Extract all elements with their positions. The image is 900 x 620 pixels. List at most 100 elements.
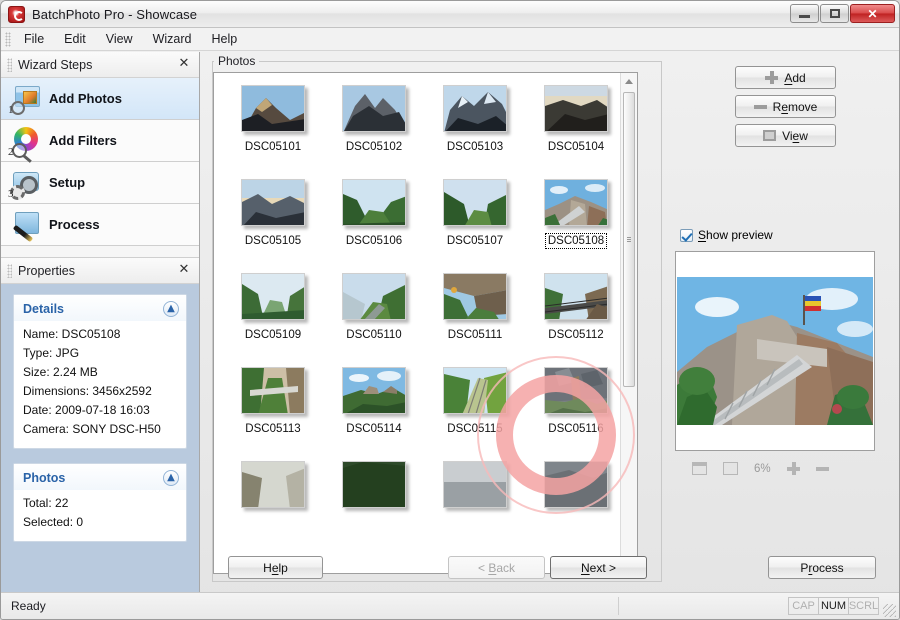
- close-icon[interactable]: ✕: [850, 4, 895, 23]
- photo-item[interactable]: DSC05113: [220, 359, 326, 451]
- zoom-in-icon[interactable]: [786, 462, 800, 475]
- photo-item[interactable]: DSC05102: [321, 77, 427, 169]
- sidebar-item-setup[interactable]: 3 Setup: [1, 162, 199, 204]
- drag-handle-icon[interactable]: [7, 263, 12, 278]
- scrollbar-thumb[interactable]: [623, 92, 635, 387]
- photo-thumbnail[interactable]: [523, 265, 629, 327]
- photo-thumbnail[interactable]: [422, 171, 528, 233]
- chevron-up-icon[interactable]: ▲: [163, 470, 179, 486]
- group-title: Details: [23, 302, 64, 316]
- details-group-header[interactable]: Details ▲: [14, 295, 186, 321]
- actual-size-icon[interactable]: [723, 462, 738, 475]
- close-icon[interactable]: ✕: [177, 263, 191, 277]
- sidebar-item-process[interactable]: Process: [1, 204, 199, 246]
- checkbox-checked-icon[interactable]: [680, 228, 693, 242]
- photo-thumbnail[interactable]: [321, 171, 427, 233]
- next-button[interactable]: Next >: [550, 556, 647, 579]
- menu-help[interactable]: Help: [201, 29, 247, 49]
- photo-item[interactable]: DSC05105: [220, 171, 326, 263]
- photo-item[interactable]: DSC05114: [321, 359, 427, 451]
- photo-thumbnail[interactable]: [220, 453, 326, 515]
- photo-thumbnail[interactable]: [523, 359, 629, 421]
- properties-title: Properties: [18, 263, 75, 278]
- photo-item[interactable]: [220, 453, 326, 545]
- photo-item[interactable]: DSC05104: [523, 77, 629, 169]
- photo-thumbnail[interactable]: [220, 265, 326, 327]
- remove-button[interactable]: Remove: [735, 95, 836, 118]
- close-icon[interactable]: ✕: [177, 57, 191, 71]
- maximize-icon[interactable]: [820, 4, 849, 23]
- photos-selected: Selected: 0: [23, 515, 84, 529]
- photo-item[interactable]: [422, 453, 528, 545]
- detail-date: Date: 2009-07-18 16:03: [23, 403, 150, 417]
- left-sidebar: Wizard Steps ✕ 1 Add Photos 2 Add Filter…: [1, 52, 200, 592]
- drag-handle-icon[interactable]: [7, 57, 12, 72]
- photo-item[interactable]: [523, 453, 629, 545]
- menu-file[interactable]: File: [14, 29, 54, 49]
- photo-caption: DSC05103: [446, 141, 504, 153]
- scroll-up-arrow[interactable]: [621, 73, 637, 90]
- show-preview-label: Show preview: [698, 228, 773, 242]
- photo-item[interactable]: [321, 453, 427, 545]
- main-body: Wizard Steps ✕ 1 Add Photos 2 Add Filter…: [1, 52, 899, 592]
- photo-item[interactable]: DSC05110: [321, 265, 427, 357]
- photo-thumbnail[interactable]: [523, 453, 629, 515]
- zoom-out-icon[interactable]: [815, 462, 829, 475]
- photo-item[interactable]: DSC05116: [523, 359, 629, 451]
- view-button[interactable]: View: [735, 124, 836, 147]
- chevron-up-icon[interactable]: ▲: [163, 301, 179, 317]
- sidebar-item-label: Process: [49, 217, 100, 232]
- photo-thumbnail[interactable]: [220, 77, 326, 139]
- photos-group: Photos ▲ Total: 22 Selected: 0: [13, 463, 187, 542]
- photo-grid: DSC05101 DSC05102 DSC05103 DSC05104 DSC05105…: [214, 73, 620, 573]
- photo-thumbnail[interactable]: [422, 77, 528, 139]
- details-group-body: Name: DSC05108 Type: JPG Size: 2.24 MB D…: [14, 321, 186, 448]
- remove-button-label: Remove: [772, 99, 818, 114]
- photo-thumbnail[interactable]: [321, 265, 427, 327]
- sidebar-item-add-photos[interactable]: 1 Add Photos: [1, 78, 199, 120]
- photo-thumbnail[interactable]: [523, 171, 629, 233]
- photo-item[interactable]: DSC05103: [422, 77, 528, 169]
- photo-caption: DSC05111: [447, 329, 503, 341]
- photo-thumbnail[interactable]: [321, 359, 427, 421]
- photo-item[interactable]: DSC05112: [523, 265, 629, 357]
- photo-thumbnail[interactable]: [321, 77, 427, 139]
- photo-item[interactable]: DSC05111: [422, 265, 528, 357]
- photos-group-header[interactable]: Photos ▲: [14, 464, 186, 490]
- photo-item[interactable]: DSC05109: [220, 265, 326, 357]
- menu-edit[interactable]: Edit: [54, 29, 96, 49]
- view-icon: [763, 130, 777, 141]
- photo-grid-panel[interactable]: DSC05101 DSC05102 DSC05103 DSC05104 DSC05105…: [213, 72, 638, 574]
- photo-thumbnail[interactable]: [422, 265, 528, 327]
- back-button[interactable]: < Back: [448, 556, 545, 579]
- add-photos-icon: 1: [8, 84, 41, 116]
- fit-to-window-icon[interactable]: [692, 462, 707, 475]
- photo-thumbnail[interactable]: [220, 359, 326, 421]
- photo-thumbnail[interactable]: [220, 171, 326, 233]
- sidebar-item-add-filters[interactable]: 2 Add Filters: [1, 120, 199, 162]
- menu-wizard[interactable]: Wizard: [143, 29, 202, 49]
- photo-thumbnail[interactable]: [321, 453, 427, 515]
- next-button-label: Next >: [580, 560, 617, 575]
- add-button[interactable]: Add: [735, 66, 836, 89]
- group-title: Photos: [23, 471, 66, 485]
- resize-grip-icon[interactable]: [883, 604, 896, 617]
- menu-view[interactable]: View: [96, 29, 143, 49]
- photo-thumbnail[interactable]: [422, 453, 528, 515]
- photo-item[interactable]: DSC05108: [523, 171, 629, 263]
- process-button[interactable]: Process: [768, 556, 876, 579]
- photo-caption: DSC05115: [447, 423, 503, 435]
- photo-item[interactable]: DSC05107: [422, 171, 528, 263]
- help-button[interactable]: Help: [228, 556, 323, 579]
- process-icon: [9, 210, 41, 240]
- photo-thumbnail[interactable]: [422, 359, 528, 421]
- photo-item[interactable]: DSC05106: [321, 171, 427, 263]
- status-indicators: CAP NUM SCRL: [788, 597, 879, 615]
- photo-thumbnail[interactable]: [523, 77, 629, 139]
- photo-item[interactable]: DSC05115: [422, 359, 528, 451]
- photo-grid-scrollbar[interactable]: [620, 73, 637, 573]
- photo-item[interactable]: DSC05101: [220, 77, 326, 169]
- sidebar-item-label: Setup: [49, 175, 86, 190]
- minimize-icon[interactable]: [790, 4, 819, 23]
- show-preview-checkbox[interactable]: Show preview: [680, 228, 773, 242]
